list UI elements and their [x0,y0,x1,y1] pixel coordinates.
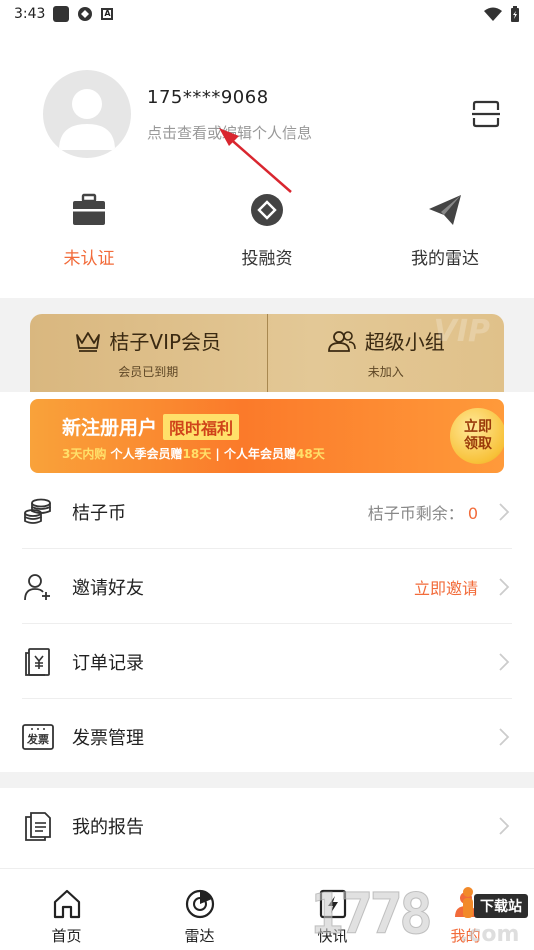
flash-icon [316,887,350,921]
scan-button[interactable] [470,98,502,130]
shortcut-verify[interactable]: 未认证 [0,190,178,280]
promo-title: 新注册用户 [62,417,158,439]
briefcase-icon [69,190,109,230]
list-item-invoice[interactable]: 发票 发票管理 [0,699,534,774]
shortcut-investment[interactable]: 投融资 [178,190,356,280]
scan-icon [472,100,500,128]
coins-balance: 桔子币剩余： 0 [367,503,478,523]
vip-status: 会员已到期 [118,365,179,379]
shortcut-row: 未认证 投融资 我的雷达 [0,190,534,280]
notification-letter-icon: A [101,8,114,20]
nav-label: 雷达 [184,927,215,945]
status-time: 3:43 [14,6,46,22]
vip-title: 桔子VIP会员 [109,330,222,354]
list-item-label: 桔子币 [72,502,126,524]
status-bar: 3:43 A [0,0,534,28]
battery-icon [511,6,519,22]
vip-card: 桔子VIP会员 会员已到期 超级小组 未加入 VIP [30,314,504,392]
super-group-status: 未加入 [367,365,404,379]
promo-banner[interactable]: 新注册用户 限时福利 3天内购 个人季会员赠18天 | 个人年会员赠48天 立即… [30,399,504,473]
invite-now-link[interactable]: 立即邀请 [414,575,478,599]
profile-header[interactable]: 175****9068 点击查看或编辑个人信息 [0,60,534,170]
paper-plane-icon [425,190,465,230]
notification-icon [53,6,70,22]
list-item-reports[interactable]: 我的报告 [0,788,534,863]
default-avatar-icon [59,89,115,150]
add-user-icon [22,571,54,603]
list-item-invite[interactable]: 邀请好友 立即邀请 [0,549,534,624]
svg-text:发票: 发票 [26,732,49,746]
bottom-nav: 首页 雷达 快讯 我的 [0,868,534,950]
app-notification-icon [78,7,93,21]
list-item-coins[interactable]: 桔子币 桔子币剩余： 0 [0,474,534,549]
invoice-icon: 发票 [22,721,54,753]
chevron-right-icon [499,503,510,521]
promo-subtitle: 3天内购 个人季会员赠18天 | 个人年会员赠48天 [62,447,325,461]
shortcut-label: 未认证 [63,249,115,269]
crown-icon [76,331,101,352]
coins-icon [22,496,54,528]
section-divider [0,772,534,788]
nav-label: 我的 [450,927,481,945]
nav-profile[interactable]: 我的 [399,869,532,950]
nav-label: 首页 [51,927,82,945]
chevron-right-icon [499,817,510,835]
profile-icon [449,887,483,921]
super-group[interactable]: 超级小组 未加入 VIP [266,314,505,392]
diamond-icon [247,190,287,230]
avatar[interactable] [43,70,131,158]
user-phone: 175****9068 [147,87,269,108]
order-icon [22,646,54,678]
profile-edit-hint[interactable]: 点击查看或编辑个人信息 [147,122,312,143]
chevron-right-icon [499,653,510,671]
nav-home[interactable]: 首页 [0,869,133,950]
promo-tag: 限时福利 [163,413,240,440]
group-icon [327,330,356,352]
claim-button[interactable]: 立即 领取 [450,408,504,464]
report-icon [22,810,54,842]
nav-radar[interactable]: 雷达 [133,869,266,950]
shortcut-my-radar[interactable]: 我的雷达 [356,190,534,280]
menu-list-secondary: 我的报告 [0,788,534,863]
list-item-label: 邀请好友 [72,577,144,599]
nav-label: 快讯 [317,927,348,945]
shortcut-label: 投融资 [241,249,293,269]
chevron-right-icon [499,728,510,746]
list-item-label: 我的报告 [72,816,144,838]
list-item-orders[interactable]: 订单记录 [0,624,534,699]
vip-membership[interactable]: 桔子VIP会员 会员已到期 [30,314,267,392]
list-item-label: 订单记录 [72,652,144,674]
radar-icon [183,887,217,921]
wifi-icon [484,7,502,21]
vip-watermark: VIP [433,314,490,349]
home-icon [50,887,84,921]
list-item-label: 发票管理 [72,727,144,749]
nav-flash[interactable]: 快讯 [266,869,399,950]
menu-list: 桔子币 桔子币剩余： 0 邀请好友 立即邀请 订单记录 发票 发票管理 [0,474,534,774]
chevron-right-icon [499,578,510,596]
shortcut-label: 我的雷达 [411,249,479,269]
